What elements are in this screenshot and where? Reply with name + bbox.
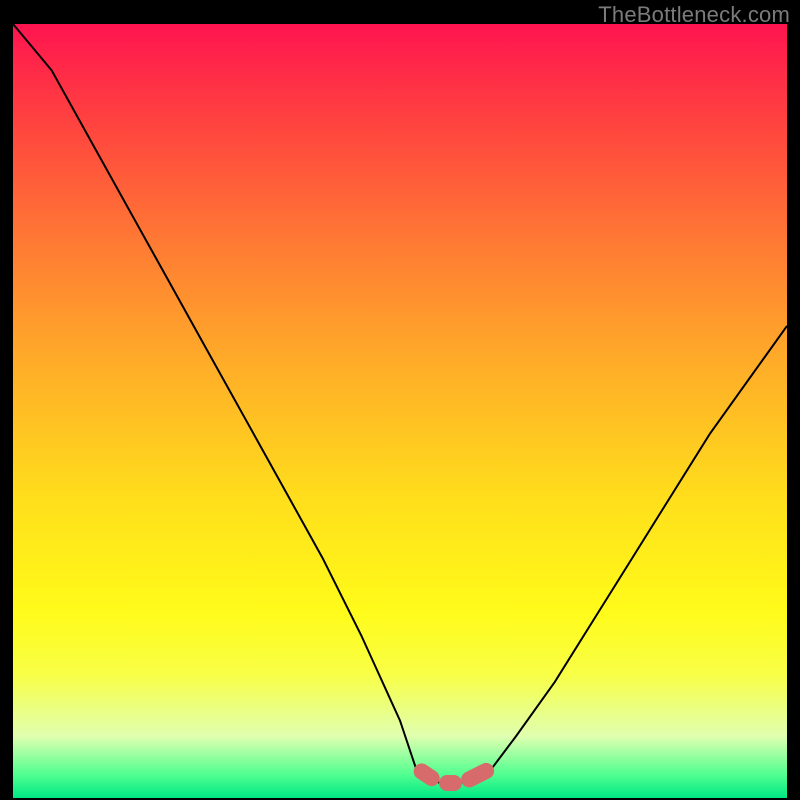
watermark-text: TheBottleneck.com bbox=[598, 2, 790, 28]
bottleneck-curve bbox=[13, 24, 787, 798]
highlight-segment bbox=[439, 775, 462, 791]
chart-plot-area bbox=[13, 24, 787, 798]
